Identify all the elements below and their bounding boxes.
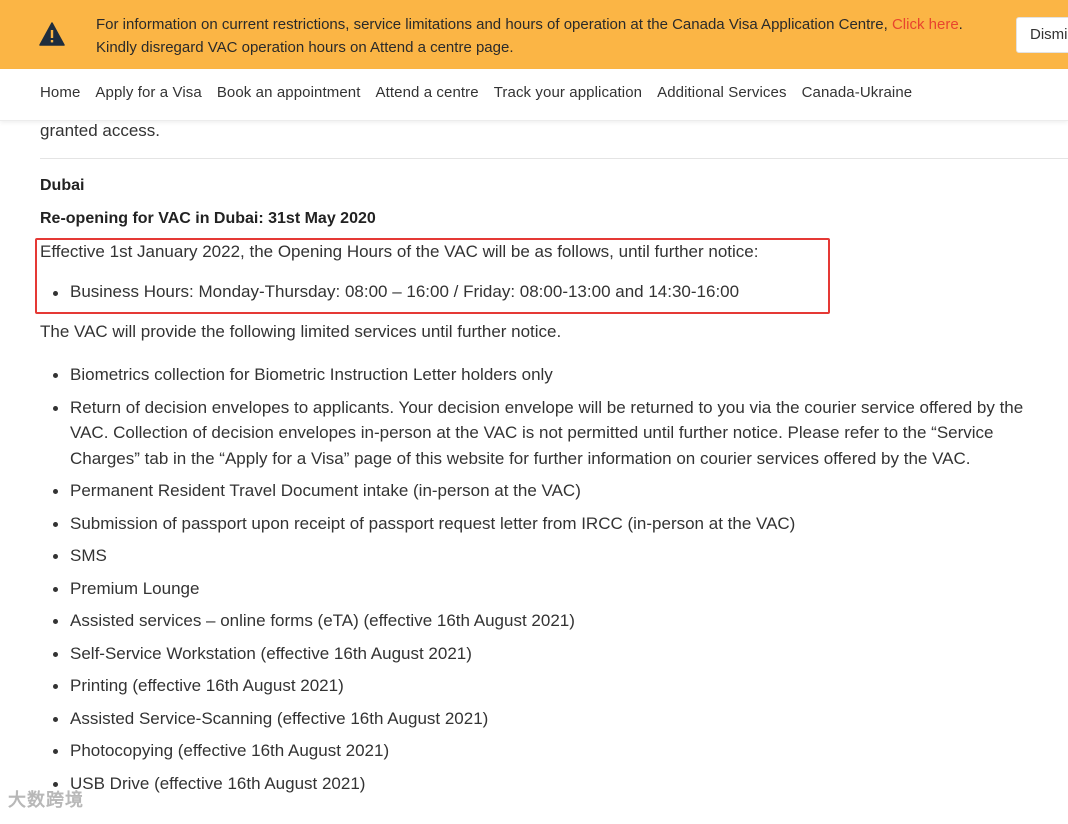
list-item: Self-Service Workstation (effective 16th… <box>53 641 1065 667</box>
nav-item-attend-a-centre[interactable]: Attend a centre <box>375 84 478 101</box>
services-list: Biometrics collection for Biometric Inst… <box>53 362 1065 803</box>
list-item: SMS <box>53 543 1065 569</box>
highlight-box <box>35 238 830 314</box>
nav-items: Home Apply for a Visa Book an appointmen… <box>40 84 912 101</box>
nav-item-home[interactable]: Home <box>40 84 80 101</box>
watermark: 大数跨境 <box>8 790 84 810</box>
reopening-heading: Re-opening for VAC in Dubai: 31st May 20… <box>40 210 376 227</box>
list-item: Biometrics collection for Biometric Inst… <box>53 362 1065 388</box>
list-item: Photocopying (effective 16th August 2021… <box>53 738 1065 764</box>
click-here-link[interactable]: Click here <box>892 16 959 33</box>
main-nav: Home Apply for a Visa Book an appointmen… <box>0 69 1068 121</box>
nav-item-canada-ukraine[interactable]: Canada-Ukraine <box>802 84 913 101</box>
alert-text-before: For information on current restrictions,… <box>96 16 892 33</box>
list-item: Premium Lounge <box>53 576 1065 602</box>
list-item: Printing (effective 16th August 2021) <box>53 673 1065 699</box>
nav-item-book-an-appointment[interactable]: Book an appointment <box>217 84 361 101</box>
nav-item-additional-services[interactable]: Additional Services <box>657 84 786 101</box>
list-item: Assisted services – online forms (eTA) (… <box>53 608 1065 634</box>
list-item: Return of decision envelopes to applican… <box>53 395 1065 472</box>
main-content: granted access. Dubai Re-opening for VAC… <box>0 121 1068 824</box>
list-item: Permanent Resident Travel Document intak… <box>53 478 1065 504</box>
city-heading: Dubai <box>40 177 85 194</box>
limited-services-intro: The VAC will provide the following limit… <box>40 322 562 341</box>
section-divider <box>40 158 1068 159</box>
dismiss-button[interactable]: Dismi <box>1016 17 1068 53</box>
nav-item-apply-for-a-visa[interactable]: Apply for a Visa <box>95 84 201 101</box>
list-item: Assisted Service-Scanning (effective 16t… <box>53 706 1065 732</box>
truncated-paragraph: granted access. <box>40 121 161 140</box>
list-item: Submission of passport upon receipt of p… <box>53 511 1065 537</box>
alert-banner: For information on current restrictions,… <box>0 0 1068 69</box>
list-item: USB Drive (effective 16th August 2021) <box>53 771 1065 797</box>
alert-message: For information on current restrictions,… <box>96 13 996 59</box>
nav-item-track-your-application[interactable]: Track your application <box>494 84 642 101</box>
warning-triangle-icon <box>39 22 65 46</box>
